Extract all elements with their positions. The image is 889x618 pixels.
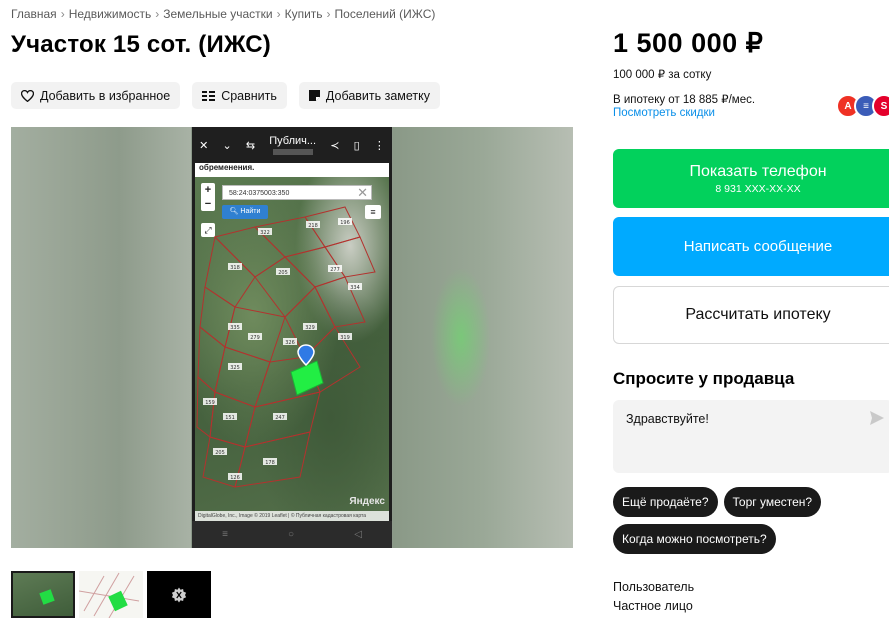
map-attribution: DigitalGlobe, Inc., Image © 2019 Leaflet… — [195, 511, 389, 521]
thumbnail-2[interactable] — [79, 571, 143, 618]
map-header: обременения. — [195, 163, 389, 177]
parcel-label: 319 — [340, 335, 350, 341]
parcel-label: 322 — [260, 230, 270, 236]
chip-still-selling[interactable]: Ещё продаёте? — [613, 487, 718, 517]
phone-toolbar: ✕ ⌄ ⇆ Публич... ≺ ▯ ⋮ — [192, 127, 392, 163]
compare-button[interactable]: Сравнить — [192, 82, 287, 109]
parcel-label: 318 — [230, 265, 240, 271]
seller-message-text: Здравствуйте! — [626, 412, 709, 426]
breadcrumb-sep-icon: › — [60, 7, 65, 21]
thumbnail-more[interactable] — [147, 571, 211, 618]
parcel-label: 329 — [305, 325, 315, 331]
ask-seller-title: Спросите у продавца — [613, 369, 795, 388]
recent-apps-icon: ≡ — [222, 529, 228, 540]
breadcrumb-sep-icon: › — [326, 7, 331, 21]
parcel-label: 218 — [308, 223, 318, 229]
sovcombank-icon: S — [872, 94, 889, 118]
show-phone-button[interactable]: Показать телефон 8 931 XXX-XX-XX — [613, 149, 889, 208]
parcel-label: 159 — [205, 400, 215, 406]
quick-questions: Ещё продаёте? Торг уместен? Когда можно … — [613, 487, 889, 554]
settings-icon: ⇆ — [245, 139, 256, 152]
fullscreen-icon: ⤢ — [201, 223, 215, 237]
map-zoom-control: + − — [201, 183, 215, 211]
parcel-label: 279 — [250, 335, 260, 341]
note-icon — [308, 90, 320, 101]
parcel-label: 205 — [215, 450, 225, 456]
seller-name[interactable]: Пользователь — [613, 578, 694, 597]
parcel-label: 325 — [230, 365, 240, 371]
seller-message-input[interactable]: Здравствуйте! — [613, 400, 889, 473]
bank-logos: А ≡ S — [836, 94, 889, 118]
breadcrumb-land[interactable]: Земельные участки — [163, 7, 272, 21]
seller-type: Частное лицо — [613, 599, 693, 613]
back-icon: ◁ — [354, 529, 362, 540]
parcel-label: 326 — [285, 340, 295, 346]
photo-gallery[interactable]: ✕ ⌄ ⇆ Публич... ≺ ▯ ⋮ обременения. 322 2… — [11, 127, 573, 548]
add-favorite-label: Добавить в избранное — [40, 88, 171, 103]
phone-number: 8 931 XXX-XX-XX — [715, 182, 801, 195]
share-icon: ≺ — [330, 139, 340, 152]
compare-icon — [202, 90, 216, 101]
more-icon: ⋮ — [373, 139, 385, 152]
map-search-field: 58:24:0375003:350 ✕ — [222, 185, 372, 200]
seller-info: Пользователь Частное лицо — [613, 578, 694, 616]
breadcrumb-sep-icon: › — [276, 7, 281, 21]
add-favorite-button[interactable]: Добавить в избранное — [11, 82, 181, 109]
parcel-overlay: 322 218 196 277 318 205 334 335 279 329 326 319 325 1… — [196, 206, 376, 488]
breadcrumb-buy[interactable]: Купить — [285, 7, 323, 21]
parcel-label: 334 — [350, 285, 360, 291]
home-icon: ○ — [288, 529, 295, 540]
page-title: Участок 15 сот. (ИЖС) — [11, 31, 271, 58]
chip-when-view[interactable]: Когда можно посмотреть? — [613, 524, 776, 554]
gear-icon — [171, 587, 187, 602]
mortgage-text: В ипотеку от 18 885 ₽/мес. — [613, 94, 756, 106]
parcel-label: 196 — [340, 220, 350, 226]
heart-icon — [21, 89, 34, 102]
cadastral-map: обременения. 322 218 196 277 318 205 334… — [195, 163, 389, 521]
map-pin-icon — [297, 344, 315, 367]
send-icon[interactable] — [869, 410, 885, 426]
thumbnail-1[interactable] — [11, 571, 75, 618]
breadcrumb-izhs[interactable]: Поселений (ИЖС) — [335, 7, 436, 21]
price-per-sotka: 100 000 ₽ за сотку — [613, 69, 712, 81]
add-note-button[interactable]: Добавить заметку — [298, 82, 441, 109]
parcel-label: 126 — [230, 475, 240, 481]
gallery-main-photo: ✕ ⌄ ⇆ Публич... ≺ ▯ ⋮ обременения. 322 2… — [192, 127, 392, 548]
show-phone-label: Показать телефон — [689, 162, 827, 180]
parcel-label: 277 — [330, 267, 340, 273]
listing-actions: Добавить в избранное Сравнить Добавить з… — [11, 82, 441, 109]
gallery-thumbnails — [11, 571, 211, 618]
breadcrumb-home[interactable]: Главная — [11, 7, 57, 21]
discount-link[interactable]: Посмотреть скидки — [613, 107, 715, 119]
chevron-down-icon: ⌄ — [222, 139, 232, 152]
calc-mortgage-button[interactable]: Рассчитать ипотеку — [613, 286, 889, 344]
map-find-button: 🔍︎ Найти — [222, 205, 268, 219]
phone-title: Публич... — [269, 135, 316, 155]
add-note-label: Добавить заметку — [325, 88, 431, 103]
parcel-label: 205 — [278, 270, 288, 276]
gallery-blur-left — [11, 127, 191, 548]
write-message-button[interactable]: Написать сообщение — [613, 217, 889, 276]
bookmark-icon: ▯ — [353, 139, 360, 152]
breadcrumb-sep-icon: › — [155, 7, 160, 21]
parcel-label: 178 — [265, 460, 275, 466]
close-icon: ✕ — [199, 139, 209, 152]
gallery-blur-right — [393, 127, 573, 548]
phone-nav-bar: ≡ ○ ◁ — [192, 521, 392, 548]
map-menu-icon: ≡ — [365, 205, 381, 219]
parcel-label: 335 — [230, 325, 240, 331]
compare-label: Сравнить — [221, 88, 277, 103]
map-watermark: Яндекс — [349, 496, 385, 507]
chip-bargain[interactable]: Торг уместен? — [723, 487, 822, 517]
parcel-label: 151 — [225, 415, 235, 421]
price: 1 500 000 ₽ — [613, 28, 764, 58]
breadcrumb: Главная › Недвижимость › Земельные участки › К… — [11, 7, 435, 21]
parcel-label: 247 — [275, 415, 285, 421]
breadcrumb-realty[interactable]: Недвижимость — [69, 7, 152, 21]
